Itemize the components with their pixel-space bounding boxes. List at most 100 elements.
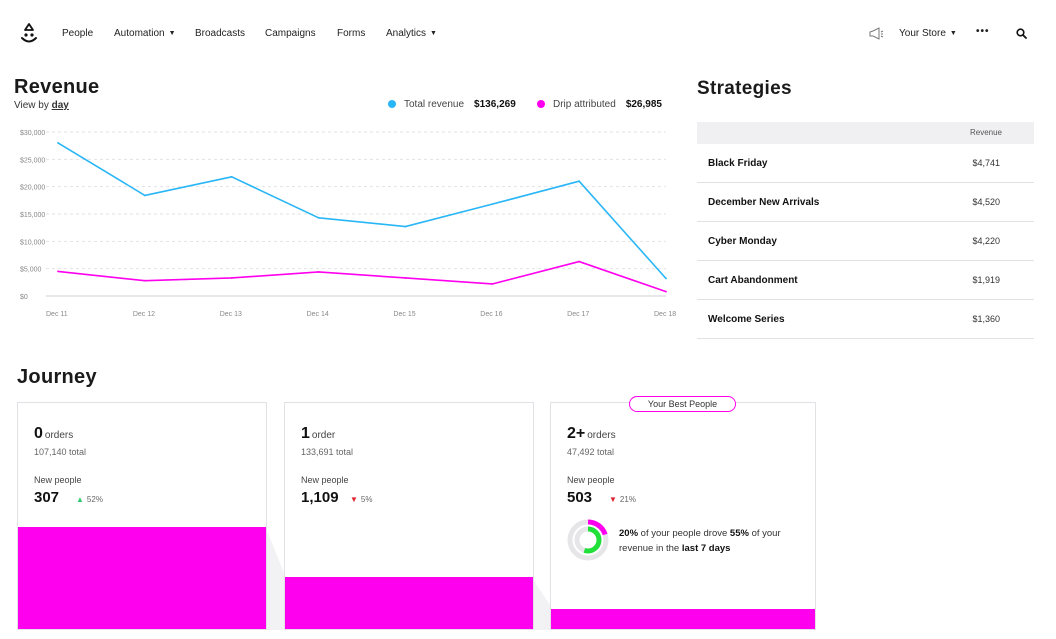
legend-label: Drip attributed [553,99,616,110]
data-point [57,270,59,273]
legend-value: $26,985 [625,99,662,110]
order-count: 0 orders [34,425,73,443]
total-people: 133,691 total [301,447,354,457]
order-count: 2+ orders [567,425,616,443]
data-point [317,271,320,273]
data-point [230,277,233,279]
data-point [491,283,494,285]
y-tick-label: $25,000 [20,157,45,164]
journey-card-1-order[interactable]: 1 order 133,691 total New people 1,109 ▼ 5… [284,402,534,630]
nav-broadcasts[interactable]: Broadcasts [195,28,245,39]
journey-card-2plus-orders[interactable]: 2+ orders 47,492 total New people 503 ▼ 21… [550,402,816,630]
revenue-title: Revenue [14,76,100,98]
change-value: 21% [619,495,636,504]
x-tick-label: Dec 12 [133,311,155,318]
new-people-label: New people [301,475,349,485]
best-people-badge: Your Best People [629,396,736,412]
strategy-revenue: $4,741 [972,158,1000,168]
strategy-row[interactable]: December New Arrivals $4,520 [697,183,1034,222]
change-indicator: ▲ 52% [76,495,103,504]
data-point [665,277,667,280]
view-by-select[interactable]: day [52,100,69,111]
chevron-down-icon: ▼ [168,30,176,37]
data-point [491,203,494,206]
arrow-up-icon: ▲ [76,495,84,504]
y-tick-label: $15,000 [20,212,45,219]
nav-forms[interactable]: Forms [337,28,365,39]
x-tick-label: Dec 13 [220,311,242,318]
view-by-label: View by [14,100,49,111]
data-point [143,279,146,282]
y-tick-label: $30,000 [20,130,45,137]
change-value: 52% [86,495,103,504]
top-nav: People Automation ▼ Broadcasts Campaigns … [0,0,1056,66]
data-point [230,175,233,178]
strategy-name: Cart Abandonment [708,275,798,286]
nav-people[interactable]: People [62,28,93,39]
new-people-value: 503 [567,489,593,506]
series-line-drip-attributed [57,260,667,293]
journey-bar [18,527,266,629]
strategy-name: Black Friday [708,158,768,169]
store-label: Your Store [899,28,946,39]
series-line-total-revenue [57,142,667,280]
strategy-revenue: $4,520 [972,197,1000,207]
store-selector[interactable]: Your Store ▼ [899,28,957,39]
x-tick-label: Dec 11 [46,311,68,318]
data-point [143,194,146,197]
view-by-control: View by day [14,100,69,111]
strategy-row[interactable]: Cart Abandonment $1,919 [697,261,1034,300]
strategy-revenue: $4,220 [972,236,1000,246]
nav-analytics[interactable]: Analytics ▼ [386,28,437,39]
total-people: 107,140 total [34,447,87,457]
nav-campaigns[interactable]: Campaigns [265,28,316,39]
legend-dot-drip [537,100,545,108]
drip-logo-icon[interactable] [18,22,40,46]
strategy-row[interactable]: Welcome Series $1,360 [697,300,1034,339]
order-unit: order [311,430,336,441]
legend-label: Total revenue [404,99,465,110]
x-tick-label: Dec 16 [480,311,502,318]
strategy-row[interactable]: Cyber Monday $4,220 [697,222,1034,261]
journey-card-0-orders[interactable]: 0 orders 107,140 total New people 307 ▲ 52… [17,402,267,630]
legend-value: $136,269 [474,99,516,110]
data-point [317,216,320,219]
order-count-value: 0 [34,425,43,442]
insight-pct-people: 20% [619,528,639,539]
legend-dot-total [388,100,396,108]
order-unit: orders [44,430,74,441]
y-tick-label: $0 [20,294,28,301]
new-people-value: 1,109 [301,489,339,506]
new-people-value: 307 [34,489,60,506]
strategy-row[interactable]: Black Friday $4,741 [697,144,1034,183]
data-point [404,225,407,228]
strategies-title: Strategies [697,78,792,99]
order-unit: orders [587,430,616,441]
strategy-revenue: $1,919 [972,275,1000,285]
insight-pct-revenue: 55% [729,528,749,539]
best-people-insight: 20% of your people drove 55% of your rev… [619,526,799,556]
best-people-donut-icon [567,519,609,561]
data-point [665,290,667,293]
search-icon[interactable] [1016,28,1027,39]
journey-bar [551,609,815,629]
x-tick-label: Dec 15 [393,311,415,318]
strategy-name: Welcome Series [708,314,785,325]
funnel-connector [266,528,286,630]
change-value: 5% [360,495,373,504]
arrow-down-icon: ▼ [350,495,358,504]
nav-automation[interactable]: Automation ▼ [114,28,176,39]
y-tick-label: $20,000 [20,185,45,192]
data-point [578,260,581,263]
funnel-connector [532,578,552,630]
order-count: 1 order [301,425,335,443]
strategies-table-header: Revenue [697,122,1034,144]
chevron-down-icon: ▼ [949,30,957,37]
more-menu-button[interactable]: ••• [976,26,990,37]
megaphone-icon[interactable] [868,27,884,40]
journey-bar [285,577,533,629]
nav-analytics-label: Analytics [386,28,427,39]
y-tick-label: $5,000 [20,267,42,274]
strategy-name: December New Arrivals [708,197,820,208]
data-point [578,180,581,183]
